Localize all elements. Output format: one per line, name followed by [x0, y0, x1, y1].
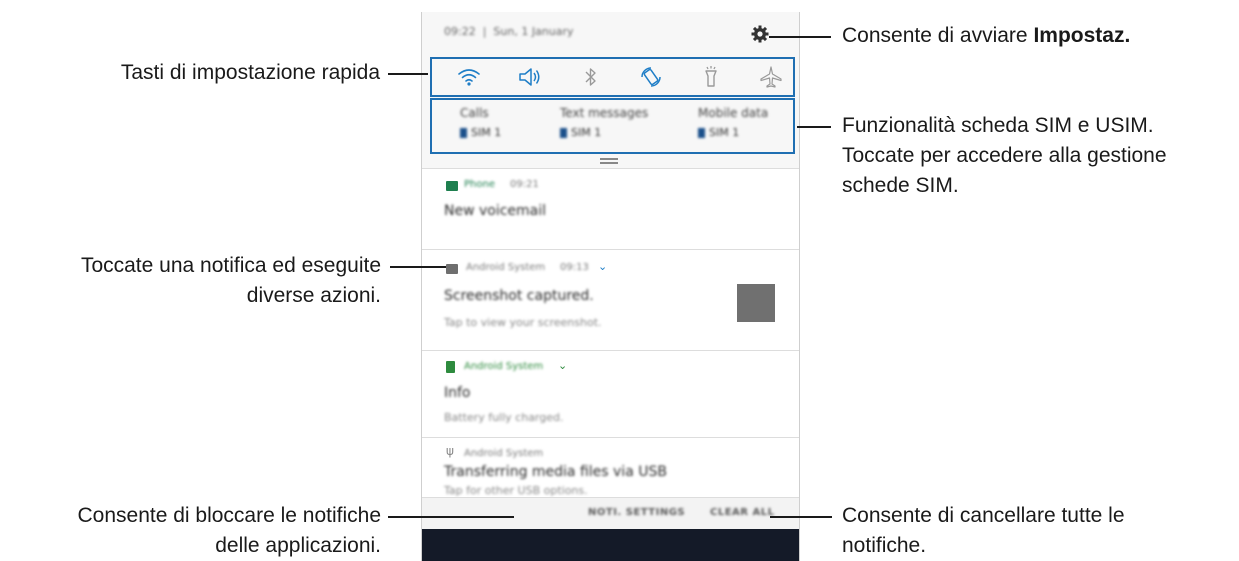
- callout-settings-bold: Impostaz.: [1033, 24, 1131, 47]
- callout-settings-text: Consente di avviare: [842, 24, 1034, 47]
- chevron-down-icon[interactable]: ⌄: [558, 359, 567, 372]
- notification-title: Info: [444, 385, 471, 401]
- callout-sim-line3: schede SIM.: [842, 174, 959, 197]
- sim-calls-title: Calls: [460, 106, 489, 120]
- callout-block-line2: delle applicazioni.: [215, 534, 381, 557]
- callout-sim: Funzionalità scheda SIM e USIM. Toccate …: [842, 111, 1239, 201]
- callout-notification-line2: diverse azioni.: [246, 284, 381, 307]
- sim-messages[interactable]: Text messages SIM 1: [560, 106, 660, 139]
- phone-app-icon: [446, 181, 458, 191]
- drag-handle-line: [600, 162, 618, 164]
- status-row: 09:22 | Sun, 1 January: [422, 12, 799, 56]
- notification-sub: Tap for other USB options.: [444, 484, 588, 497]
- sim-calls[interactable]: Calls SIM 1: [460, 106, 560, 139]
- notification-title: Screenshot captured.: [444, 288, 594, 304]
- callout-sim-line1: Funzionalità scheda SIM e USIM.: [842, 114, 1154, 137]
- notification-card[interactable]: Phone 09:21 New voicemail: [422, 168, 799, 249]
- notification-time: 09:13: [560, 262, 589, 273]
- callout-line-block: [388, 516, 514, 518]
- callout-line-clear: [770, 516, 832, 518]
- callout-line-sim: [797, 126, 831, 128]
- notification-card[interactable]: ψ Android System Transferring media file…: [422, 437, 799, 498]
- callout-clear: Consente di cancellare tutte le notifich…: [842, 501, 1239, 561]
- sim-mobile-data-sub: SIM 1: [709, 126, 740, 139]
- notification-app: Phone: [464, 179, 495, 190]
- sim-mobile-data-title: Mobile data: [698, 106, 769, 120]
- callout-notification: Toccate una notifica ed eseguite diverse…: [0, 251, 381, 311]
- notification-footer: NOTI. SETTINGS CLEAR ALL: [422, 497, 799, 530]
- callout-sim-line2: Toccate per accedere alla gestione: [842, 144, 1167, 167]
- navigation-bar: [422, 529, 799, 561]
- notification-card[interactable]: Android System ⌄ Info Battery fully char…: [422, 350, 799, 437]
- notification-app: Android System: [466, 262, 546, 273]
- sound-icon[interactable]: [516, 65, 542, 89]
- screenshot-thumbnail[interactable]: [737, 284, 775, 322]
- callout-line-notification: [390, 266, 446, 268]
- clear-all-button[interactable]: CLEAR ALL: [710, 507, 774, 518]
- status-time: 09:22: [444, 25, 476, 38]
- sim-chip-icon: [698, 128, 705, 138]
- quick-settings-bar: [430, 57, 795, 97]
- bluetooth-icon[interactable]: [578, 65, 604, 89]
- wifi-icon[interactable]: [456, 65, 482, 89]
- usb-icon: ψ: [446, 444, 454, 458]
- callout-clear-line2: notifiche.: [842, 534, 927, 557]
- image-app-icon: [446, 264, 458, 274]
- auto-rotate-icon[interactable]: [638, 65, 664, 89]
- notification-sub: Battery fully charged.: [444, 411, 564, 424]
- notification-card[interactable]: Android System 09:13 ⌄ Screenshot captur…: [422, 249, 799, 350]
- notification-time: 09:21: [510, 179, 539, 190]
- sim-mobile-data[interactable]: Mobile data SIM 1: [698, 106, 798, 139]
- callout-line-settings: [769, 36, 831, 38]
- notification-settings-button[interactable]: NOTI. SETTINGS: [588, 507, 685, 518]
- callout-line-quick-settings: [388, 73, 428, 75]
- drag-handle-icon[interactable]: [600, 158, 618, 160]
- sim-card-manager[interactable]: Calls SIM 1 Text messages SIM 1 Mobile d…: [430, 98, 795, 154]
- sim-messages-sub: SIM 1: [571, 126, 602, 139]
- sim-chip-icon: [560, 128, 567, 138]
- notification-title: New voicemail: [444, 203, 547, 219]
- callout-settings: Consente di avviare Impostaz.: [842, 21, 1130, 51]
- notification-title: Transferring media files via USB: [444, 464, 667, 480]
- airplane-mode-icon[interactable]: [758, 65, 784, 89]
- callout-block-line1: Consente di bloccare le notifiche: [77, 504, 381, 527]
- notification-app: Android System: [464, 448, 544, 459]
- sim-calls-sub: SIM 1: [471, 126, 502, 139]
- notification-sub: Tap to view your screenshot.: [444, 316, 602, 329]
- callout-clear-line1: Consente di cancellare tutte le: [842, 504, 1125, 527]
- sim-chip-icon: [460, 128, 467, 138]
- flashlight-icon[interactable]: [698, 65, 724, 89]
- sim-messages-title: Text messages: [560, 106, 649, 120]
- battery-icon: [446, 361, 455, 373]
- callout-quick-settings: Tasti di impostazione rapida: [120, 61, 380, 84]
- notification-app: Android System: [464, 361, 544, 372]
- chevron-down-icon[interactable]: ⌄: [598, 260, 607, 273]
- settings-gear-icon[interactable]: [750, 24, 770, 44]
- callout-notification-line1: Toccate una notifica ed eseguite: [80, 254, 381, 277]
- status-date: Sun, 1 January: [493, 25, 574, 38]
- status-time-date: 09:22 | Sun, 1 January: [444, 25, 574, 38]
- callout-block: Consente di bloccare le notifiche delle …: [0, 501, 381, 561]
- notification-panel: 09:22 | Sun, 1 January Calls SIM 1 Text …: [421, 12, 800, 561]
